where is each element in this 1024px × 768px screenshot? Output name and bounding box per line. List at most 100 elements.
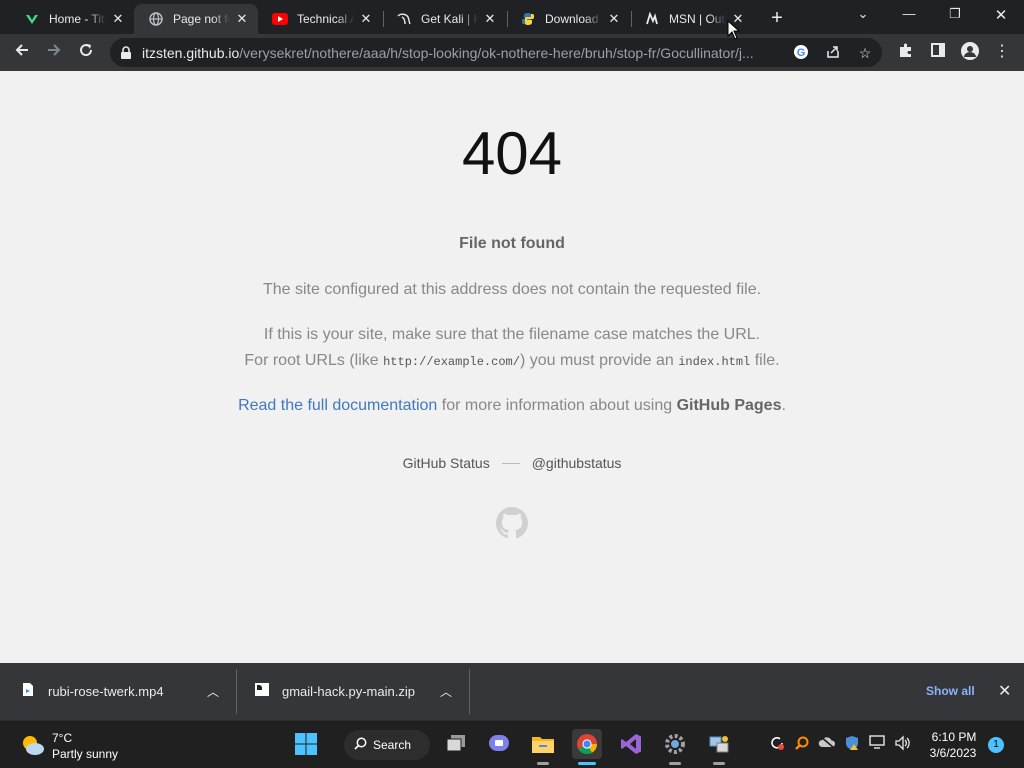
zip-file-icon (254, 682, 270, 702)
google-lens-icon[interactable]: G (792, 44, 810, 62)
hint-text: ) you must provide an (519, 352, 679, 369)
forward-arrow-icon[interactable] (44, 42, 64, 62)
weather-temperature[interactable]: 7°C (52, 731, 72, 745)
tab-strip: Home - Tita ✕ Page not fo ✕ Technical A … (0, 0, 1024, 34)
new-tab-button[interactable]: + (767, 7, 787, 30)
close-tab-icon[interactable]: ✕ (358, 11, 374, 27)
download-item[interactable]: gmail-hack.py-main.zip (254, 663, 468, 720)
windows-start-button[interactable] (291, 729, 321, 759)
chrome-icon[interactable] (572, 729, 602, 765)
documentation-line: Read the full documentation for more inf… (0, 397, 1024, 415)
github-pages-text: GitHub Pages (676, 397, 782, 414)
tab-title: MSN | Outl (669, 12, 726, 26)
download-options-chevron-icon[interactable]: ︿ (438, 683, 454, 699)
onedrive-cloud-icon[interactable] (818, 735, 836, 753)
address-bar[interactable]: itzsten.github.io/verysekret/nothere/aaa… (110, 38, 882, 67)
teams-chat-icon[interactable] (484, 729, 514, 759)
close-tab-icon[interactable]: ✕ (606, 11, 622, 27)
download-filename: rubi-rose-twerk.mp4 (48, 684, 164, 699)
search-label: Search (373, 738, 412, 752)
kali-dragon-icon (396, 11, 412, 27)
download-separator (469, 669, 470, 714)
profile-avatar-icon[interactable] (960, 42, 980, 62)
tab-kali[interactable]: Get Kali | K ✕ (382, 4, 506, 34)
hint-text: For root URLs (like (244, 352, 384, 369)
titanic-icon (24, 11, 40, 27)
url-text[interactable]: itzsten.github.io/verysekret/nothere/aaa… (142, 45, 792, 61)
search-magnifier-tray-icon[interactable] (793, 735, 811, 753)
github-status-link[interactable]: GitHub Status (403, 455, 490, 471)
download-options-chevron-icon[interactable]: ︿ (205, 683, 221, 699)
tab-page-not-found[interactable]: Page not fo ✕ (134, 4, 258, 34)
download-bar: rubi-rose-twerk.mp4 ︿ gmail-hack.py-main… (0, 663, 1024, 720)
tab-technical[interactable]: Technical A ✕ (258, 4, 382, 34)
security-shield-icon[interactable] (843, 735, 861, 753)
error-description: The site configured at this address does… (262, 281, 762, 298)
extensions-puzzle-icon[interactable] (896, 42, 916, 62)
youtube-icon (272, 11, 288, 27)
tab-home[interactable]: Home - Tita ✕ (10, 4, 134, 34)
github-octocat-icon[interactable] (496, 507, 528, 539)
svg-text:G: G (797, 47, 806, 59)
file-explorer-icon[interactable] (528, 729, 558, 765)
close-window-icon[interactable]: ✕ (989, 6, 1013, 24)
app-running-indicator (578, 762, 596, 765)
mouse-cursor-icon (727, 20, 741, 40)
python-icon (520, 11, 536, 27)
app-running-indicator (713, 762, 725, 765)
close-download-bar-icon[interactable]: ✕ (998, 681, 1011, 701)
task-view-icon[interactable] (441, 729, 471, 759)
show-all-downloads-button[interactable]: Show all (926, 684, 975, 698)
clock-date[interactable]: 3/6/2023 (924, 746, 982, 760)
bookmark-star-icon[interactable]: ☆ (856, 44, 874, 62)
restore-icon[interactable]: ❐ (943, 6, 967, 22)
weather-partly-sunny-icon[interactable] (20, 733, 46, 762)
tab-title: Page not fo (173, 12, 230, 26)
download-item[interactable]: rubi-rose-twerk.mp4 (22, 663, 236, 720)
filename-case-hint: If this is your site, make sure that the… (263, 326, 761, 343)
app-running-indicator (669, 762, 681, 765)
url-host: itzsten.github.io (142, 45, 240, 61)
clock-time[interactable]: 6:10 PM (928, 730, 980, 744)
back-arrow-icon[interactable] (12, 42, 32, 62)
index-html-code: index.html (678, 355, 751, 369)
error-code: 404 (461, 120, 563, 187)
tab-title: Get Kali | K (421, 12, 478, 26)
weather-description[interactable]: Partly sunny (52, 747, 118, 761)
visual-studio-icon[interactable] (616, 729, 646, 759)
footer-links: GitHub Status @githubstatus (0, 455, 1024, 471)
githubstatus-twitter-link[interactable]: @githubstatus (532, 455, 622, 471)
notification-badge[interactable]: 1 (988, 737, 1004, 753)
side-panel-icon[interactable] (928, 42, 948, 62)
search-icon (354, 737, 367, 753)
settings-gear-icon[interactable] (660, 729, 690, 765)
browser-toolbar: itzsten.github.io/verysekret/nothere/aaa… (0, 34, 1024, 71)
sync-update-icon[interactable] (768, 735, 786, 753)
minimize-icon[interactable]: — (897, 6, 921, 21)
kebab-menu-icon[interactable]: ⋮ (992, 42, 1012, 62)
download-filename: gmail-hack.py-main.zip (282, 684, 415, 699)
taskbar-search-button[interactable]: Search (344, 730, 430, 760)
documentation-link[interactable]: Read the full documentation (238, 397, 437, 414)
tab-title: Download (545, 12, 599, 26)
msn-icon (644, 11, 660, 27)
doc-text: for more information about using (437, 397, 677, 414)
page-content: 404 File not found The site configured a… (0, 71, 1024, 663)
tab-search-chevron-icon[interactable]: ⌄ (851, 6, 875, 22)
volume-speaker-icon[interactable] (893, 735, 911, 753)
globe-icon (148, 11, 164, 27)
hint-text: file. (750, 352, 780, 369)
close-tab-icon[interactable]: ✕ (482, 11, 498, 27)
root-url-hint: For root URLs (like http://example.com/)… (0, 352, 1024, 370)
display-icon[interactable] (868, 735, 886, 753)
tab-download[interactable]: Download ✕ (506, 4, 630, 34)
reload-icon[interactable] (76, 42, 96, 62)
video-file-icon (22, 682, 34, 702)
lock-icon[interactable] (120, 46, 132, 65)
network-setup-icon[interactable] (704, 729, 734, 765)
share-icon[interactable] (824, 44, 842, 62)
download-separator (236, 669, 237, 714)
close-tab-icon[interactable]: ✕ (234, 11, 250, 27)
tab-title: Technical A (297, 12, 354, 26)
close-tab-icon[interactable]: ✕ (110, 11, 126, 27)
